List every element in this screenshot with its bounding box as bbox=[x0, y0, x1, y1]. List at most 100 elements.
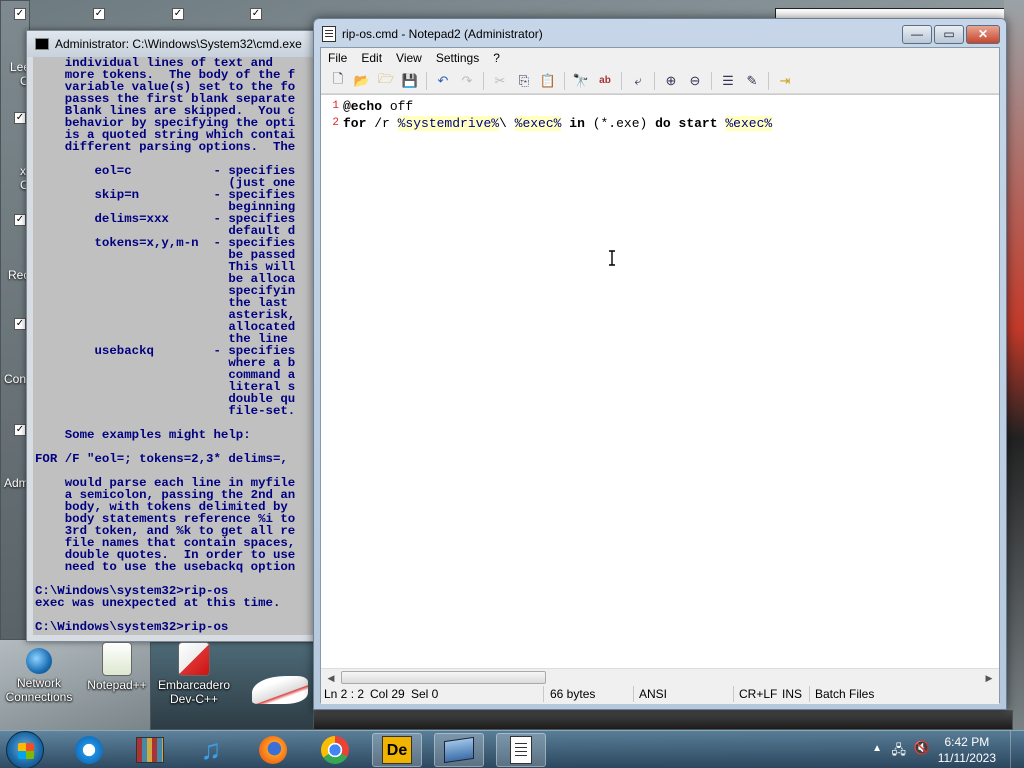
status-line-position: Ln 2 : 2 bbox=[324, 687, 365, 701]
notepad2-app-icon bbox=[322, 26, 336, 42]
code-line[interactable]: for /r %systemdrive%\ %exec% in (*.exe) … bbox=[343, 115, 773, 132]
icon-checkbox[interactable]: ✓ bbox=[14, 214, 26, 226]
taskbar-app-firefox[interactable] bbox=[248, 733, 298, 767]
icon-checkbox[interactable]: ✓ bbox=[172, 8, 184, 20]
desktop-icon-label: Notepad++ bbox=[87, 678, 147, 692]
icon-checkbox[interactable]: ✓ bbox=[14, 8, 26, 20]
toolbar-separator bbox=[426, 71, 427, 90]
show-hidden-icons-icon[interactable]: ▲ bbox=[872, 743, 882, 754]
desktop-icon-network-connections[interactable]: Network Connections bbox=[0, 648, 78, 704]
clock-time: 6:42 PM bbox=[944, 735, 990, 749]
menu-bar: File Edit View Settings ? bbox=[321, 48, 999, 68]
undo-icon[interactable]: ↶ bbox=[432, 71, 454, 91]
background-street bbox=[313, 710, 1013, 730]
show-desktop-button[interactable] bbox=[1010, 731, 1024, 768]
paste-icon[interactable]: 📋 bbox=[537, 71, 559, 91]
console-line: Some examples might help: bbox=[35, 428, 251, 442]
status-line-ending[interactable]: CR+LF bbox=[739, 687, 777, 701]
text-cursor-icon bbox=[609, 250, 615, 266]
maximize-button[interactable]: ▭ bbox=[934, 25, 964, 44]
scheme-icon[interactable]: ☰ bbox=[717, 71, 739, 91]
taskbar-app-winrar[interactable] bbox=[125, 733, 175, 767]
code-text-token: /r bbox=[366, 116, 398, 131]
notepad-plus-plus-icon bbox=[102, 642, 132, 676]
menu-settings[interactable]: Settings bbox=[429, 51, 486, 65]
icon-checkbox[interactable]: ✓ bbox=[14, 112, 26, 124]
replace-icon[interactable]: ab bbox=[594, 71, 616, 91]
save-icon[interactable]: 💾 bbox=[399, 71, 421, 91]
taskbar: ♫ De ▲ 🖧 🔇 6:42 PM 11/11/2023 bbox=[0, 730, 1024, 768]
volume-muted-icon[interactable]: 🔇 bbox=[914, 740, 930, 756]
console-line: exec was unexpected at this time. bbox=[35, 596, 281, 610]
cut-icon[interactable]: ✂ bbox=[489, 71, 511, 91]
copy-icon[interactable]: ⎘ bbox=[513, 71, 535, 91]
open-folder-icon[interactable]: 📂 bbox=[351, 71, 373, 91]
text-editor[interactable]: 12 @echo off for /r %systemdrive%\ %exec%… bbox=[321, 94, 999, 668]
icon-checkbox[interactable]: ✓ bbox=[93, 8, 105, 20]
start-button[interactable] bbox=[6, 731, 44, 768]
cmd-titlebar[interactable]: Administrator: C:\Windows\System32\cmd.e… bbox=[27, 31, 321, 57]
status-encoding[interactable]: ANSI bbox=[639, 687, 667, 701]
code-keyword-token: for bbox=[343, 116, 367, 131]
system-clock[interactable]: 6:42 PM 11/11/2023 bbox=[938, 734, 996, 766]
close-button[interactable]: ✕ bbox=[966, 25, 1000, 44]
minimize-button[interactable]: — bbox=[902, 25, 932, 44]
status-insert-mode[interactable]: INS bbox=[782, 687, 802, 701]
browse-icon[interactable]: 🗁 bbox=[375, 71, 397, 91]
background-edge bbox=[1004, 0, 1024, 730]
taskbar-app-itunes[interactable]: ♫ bbox=[186, 733, 236, 767]
customize-schemes-icon[interactable]: ✎ bbox=[741, 71, 763, 91]
zoom-in-icon[interactable]: ⊕ bbox=[660, 71, 682, 91]
code-text-token: (*.exe) bbox=[584, 116, 656, 131]
globe-icon bbox=[26, 648, 52, 674]
taskbar-app-remote-desktop[interactable] bbox=[434, 733, 484, 767]
cmd-icon bbox=[35, 38, 49, 50]
status-lexer[interactable]: Batch Files bbox=[815, 687, 874, 701]
toolbar-separator bbox=[768, 71, 769, 90]
toolbar-separator bbox=[564, 71, 565, 90]
desktop-icon-label: Embarcadero Dev-C++ bbox=[157, 678, 231, 706]
menu-file[interactable]: File bbox=[321, 51, 354, 65]
menu-view[interactable]: View bbox=[389, 51, 429, 65]
code-line[interactable]: @echo off bbox=[343, 98, 772, 115]
code-text-token: off bbox=[382, 99, 414, 114]
find-icon[interactable]: 🔭 bbox=[570, 71, 592, 91]
toolbar-separator bbox=[654, 71, 655, 90]
status-column: Col 29 bbox=[370, 687, 405, 701]
desktop-icon-notepad-plus-plus[interactable]: Notepad++ bbox=[78, 642, 156, 692]
internet-explorer-icon bbox=[75, 736, 103, 764]
taskbar-app-embarcadero-devcpp[interactable]: De bbox=[372, 733, 422, 767]
devcpp-icon: De bbox=[382, 736, 412, 764]
zoom-out-icon[interactable]: ⊖ bbox=[684, 71, 706, 91]
taskbar-app-chrome[interactable] bbox=[310, 733, 360, 767]
status-separator bbox=[543, 686, 544, 702]
cmd-console-output[interactable]: individual lines of text and more tokens… bbox=[33, 57, 321, 635]
scrollbar-thumb[interactable] bbox=[341, 671, 546, 684]
icon-checkbox[interactable]: ✓ bbox=[250, 8, 262, 20]
code-keyword-token: in bbox=[569, 116, 585, 131]
status-separator bbox=[733, 686, 734, 702]
code-keyword-token: @echo bbox=[343, 99, 383, 114]
new-file-icon[interactable]: 🗋 bbox=[327, 71, 349, 91]
redo-icon[interactable]: ↷ bbox=[456, 71, 478, 91]
status-separator bbox=[633, 686, 634, 702]
console-line: FOR /F "eol=; tokens=2,3* delims=, bbox=[35, 452, 288, 466]
notepad2-window[interactable]: rip-os.cmd - Notepad2 (Administrator) — … bbox=[313, 18, 1007, 710]
desktop-icon-label-partial[interactable]: Adm bbox=[4, 476, 29, 490]
desktop-icon-embarcadero-devcpp[interactable]: Embarcadero Dev-C++ bbox=[155, 642, 233, 706]
desktop-icon-label-partial[interactable]: Con bbox=[4, 372, 26, 386]
icon-checkbox[interactable]: ✓ bbox=[14, 318, 26, 330]
menu-help[interactable]: ? bbox=[486, 51, 507, 65]
exit-icon[interactable]: ⇥ bbox=[774, 71, 796, 91]
icon-checkbox[interactable]: ✓ bbox=[14, 424, 26, 436]
status-file-size: 66 bytes bbox=[550, 687, 596, 701]
taskbar-app-notepad2[interactable] bbox=[496, 733, 546, 767]
menu-edit[interactable]: Edit bbox=[354, 51, 389, 65]
code-variable-token: %systemdrive% bbox=[397, 116, 500, 131]
taskbar-app-internet-explorer[interactable] bbox=[64, 733, 114, 767]
code-area[interactable]: @echo off for /r %systemdrive%\ %exec% in… bbox=[343, 98, 773, 132]
cmd-window[interactable]: Administrator: C:\Windows\System32\cmd.e… bbox=[26, 30, 322, 642]
network-status-icon[interactable]: 🖧 bbox=[892, 741, 907, 763]
word-wrap-icon[interactable]: ⤶ bbox=[627, 71, 649, 91]
